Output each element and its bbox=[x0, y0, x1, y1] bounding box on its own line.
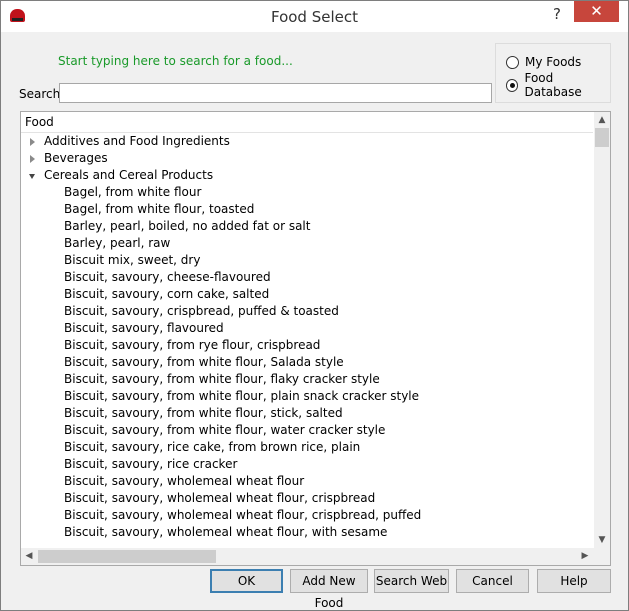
title-bar[interactable]: Food Select ? ✕ bbox=[1, 1, 628, 32]
collapse-arrow-icon[interactable] bbox=[29, 174, 35, 179]
add-new-food-button[interactable]: Add New Food bbox=[290, 569, 368, 610]
category-label: Additives and Food Ingredients bbox=[44, 134, 230, 148]
scroll-up-arrow-icon[interactable]: ▲ bbox=[594, 112, 610, 128]
food-row[interactable]: Biscuit, savoury, from white flour, Sala… bbox=[21, 354, 593, 371]
source-option-food-database[interactable]: Food Database bbox=[506, 71, 610, 99]
tree-category-row[interactable]: Beverages bbox=[21, 150, 593, 167]
food-label: Biscuit, savoury, rice cake, from brown … bbox=[64, 440, 361, 454]
food-label: Biscuit, savoury, flavoured bbox=[64, 321, 224, 335]
horizontal-scroll-thumb[interactable] bbox=[38, 550, 216, 563]
tree-category-row[interactable]: Cereals and Cereal Products bbox=[21, 167, 593, 184]
radio-my-foods-label: My Foods bbox=[525, 55, 582, 69]
radio-my-foods[interactable] bbox=[506, 55, 519, 69]
expand-arrow-icon[interactable] bbox=[30, 138, 35, 146]
food-row[interactable]: Biscuit, savoury, from white flour, flak… bbox=[21, 371, 593, 388]
food-label: Biscuit, savoury, wholemeal wheat flour,… bbox=[64, 491, 376, 505]
scrollbar-corner bbox=[594, 548, 610, 565]
food-row[interactable]: Biscuit, savoury, from white flour, stic… bbox=[21, 405, 593, 422]
food-label: Barley, pearl, boiled, no added fat or s… bbox=[64, 219, 311, 233]
food-label: Biscuit, savoury, from white flour, wate… bbox=[64, 423, 386, 437]
scroll-right-arrow-icon[interactable]: ▶ bbox=[577, 548, 593, 565]
food-row[interactable]: Biscuit, savoury, wholemeal wheat flour bbox=[21, 473, 593, 490]
food-row[interactable]: Biscuit, savoury, from rye flour, crispb… bbox=[21, 337, 593, 354]
food-tree: Food Additives and Food Ingredients Beve… bbox=[20, 111, 611, 566]
horizontal-scrollbar[interactable]: ◀ ▶ bbox=[21, 548, 594, 565]
food-label: Bagel, from white flour, toasted bbox=[64, 202, 255, 216]
food-row[interactable]: Biscuit, savoury, from white flour, wate… bbox=[21, 422, 593, 439]
food-row[interactable]: Biscuit, savoury, from white flour, plai… bbox=[21, 388, 593, 405]
food-label: Biscuit, savoury, wholemeal wheat flour,… bbox=[64, 508, 422, 522]
food-label: Biscuit, savoury, from white flour, Sala… bbox=[64, 355, 344, 369]
scroll-left-arrow-icon[interactable]: ◀ bbox=[21, 548, 37, 565]
close-button[interactable]: ✕ bbox=[574, 1, 619, 22]
food-row[interactable]: Biscuit, savoury, wholemeal wheat flour,… bbox=[21, 490, 593, 507]
column-header-food: Food bbox=[25, 115, 54, 129]
food-label: Barley, pearl, raw bbox=[64, 236, 171, 250]
food-row[interactable]: Barley, pearl, raw bbox=[21, 235, 593, 252]
category-label: Cereals and Cereal Products bbox=[44, 168, 214, 182]
radio-food-database[interactable] bbox=[506, 78, 519, 92]
search-web-button[interactable]: Search Web bbox=[374, 569, 449, 593]
scroll-down-arrow-icon[interactable]: ▼ bbox=[594, 532, 610, 548]
tree-rows: Additives and Food Ingredients Beverages… bbox=[21, 133, 593, 541]
food-select-dialog: Food Select ? ✕ Start typing here to sea… bbox=[0, 0, 629, 611]
ok-button[interactable]: OK bbox=[210, 569, 283, 593]
tree-category-row[interactable]: Additives and Food Ingredients bbox=[21, 133, 593, 150]
tree-column-header[interactable]: Food bbox=[21, 112, 593, 133]
food-label: Biscuit, savoury, corn cake, salted bbox=[64, 287, 270, 301]
food-label: Biscuit, savoury, wholemeal wheat flour,… bbox=[64, 525, 388, 539]
food-row[interactable]: Biscuit mix, sweet, dry bbox=[21, 252, 593, 269]
expand-arrow-icon[interactable] bbox=[30, 155, 35, 163]
search-input[interactable] bbox=[59, 83, 492, 103]
food-row[interactable]: Biscuit, savoury, wholemeal wheat flour,… bbox=[21, 507, 593, 524]
search-label: Search bbox=[19, 87, 61, 101]
food-label: Biscuit, savoury, rice cracker bbox=[64, 457, 238, 471]
radio-food-database-label: Food Database bbox=[524, 71, 582, 99]
source-option-my-foods[interactable]: My Foods bbox=[506, 54, 581, 70]
help-button[interactable]: Help bbox=[537, 569, 611, 593]
food-label: Biscuit, savoury, from rye flour, crispb… bbox=[64, 338, 321, 352]
category-label: Beverages bbox=[44, 151, 108, 165]
food-label: Biscuit, savoury, crispbread, puffed & t… bbox=[64, 304, 339, 318]
food-label: Biscuit, savoury, wholemeal wheat flour bbox=[64, 474, 305, 488]
food-row[interactable]: Barley, pearl, boiled, no added fat or s… bbox=[21, 218, 593, 235]
food-label: Biscuit, savoury, cheese-flavoured bbox=[64, 270, 271, 284]
food-label: Biscuit mix, sweet, dry bbox=[64, 253, 201, 267]
food-row[interactable]: Biscuit, savoury, rice cake, from brown … bbox=[21, 439, 593, 456]
food-source-group: My Foods Food Database bbox=[495, 43, 611, 103]
food-label: Biscuit, savoury, from white flour, stic… bbox=[64, 406, 343, 420]
food-row[interactable]: Biscuit, savoury, cheese-flavoured bbox=[21, 269, 593, 286]
title-help-button[interactable]: ? bbox=[546, 3, 568, 25]
food-row[interactable]: Bagel, from white flour, toasted bbox=[21, 201, 593, 218]
window-title: Food Select bbox=[270, 8, 358, 26]
search-hint: Start typing here to search for a food..… bbox=[58, 54, 293, 68]
vertical-scrollbar[interactable]: ▲ ▼ bbox=[594, 112, 610, 548]
food-row[interactable]: Biscuit, savoury, corn cake, salted bbox=[21, 286, 593, 303]
vertical-scroll-thumb[interactable] bbox=[595, 128, 609, 147]
food-row[interactable]: Biscuit, savoury, crispbread, puffed & t… bbox=[21, 303, 593, 320]
food-label: Bagel, from white flour bbox=[64, 185, 202, 199]
food-row[interactable]: Biscuit, savoury, wholemeal wheat flour,… bbox=[21, 524, 593, 541]
cancel-button[interactable]: Cancel bbox=[456, 569, 529, 593]
food-label: Biscuit, savoury, from white flour, flak… bbox=[64, 372, 380, 386]
food-label: Biscuit, savoury, from white flour, plai… bbox=[64, 389, 420, 403]
food-row[interactable]: Biscuit, savoury, rice cracker bbox=[21, 456, 593, 473]
food-row[interactable]: Biscuit, savoury, flavoured bbox=[21, 320, 593, 337]
food-row[interactable]: Bagel, from white flour bbox=[21, 184, 593, 201]
